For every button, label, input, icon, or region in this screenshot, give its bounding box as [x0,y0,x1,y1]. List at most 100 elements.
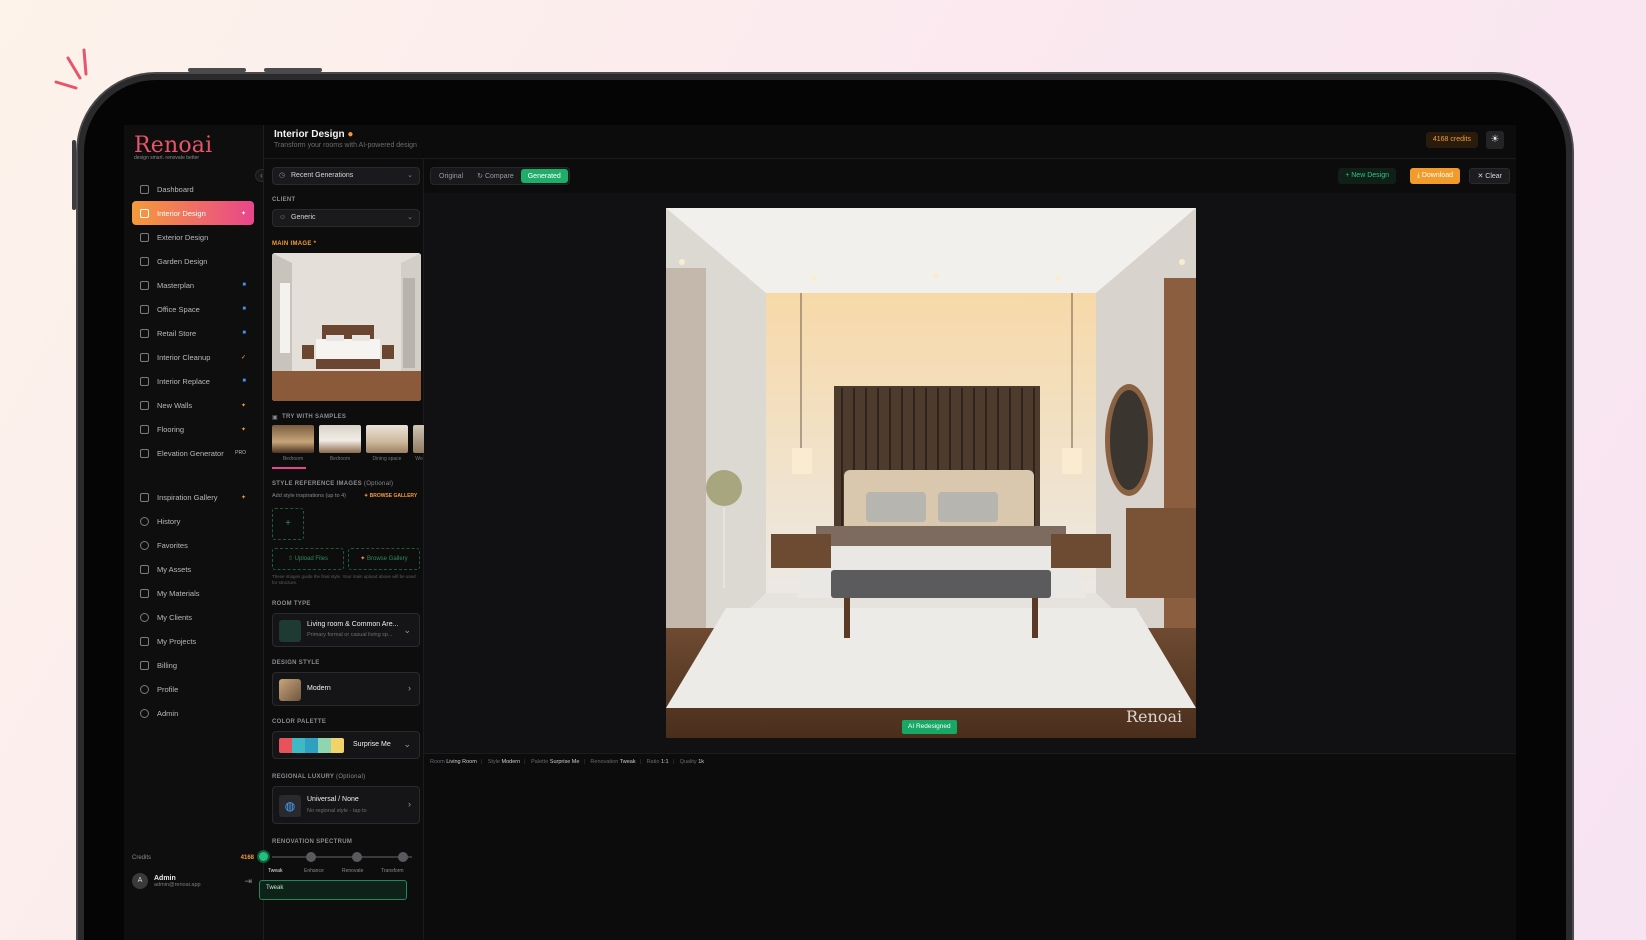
spectrum-stop-tweak[interactable] [257,850,270,863]
sample-bedroom-1[interactable]: Bedroom [272,425,314,467]
room-type-subtitle: Primary formal or casual living sp... [307,632,393,638]
sidebar-item-elevation-generator[interactable]: Elevation Generator PRO [132,441,254,465]
sample-partial[interactable]: Wo [413,425,424,467]
sidebar-item-inspiration-gallery[interactable]: Inspiration Gallery ✦ [132,485,254,509]
sidebar-item-billing[interactable]: Billing [132,653,254,677]
wall-icon [140,400,149,410]
tab-generated[interactable]: Generated [520,169,568,183]
meta-ratio-label: Ratio [646,759,660,765]
spectrum-stop-enhance[interactable] [306,852,316,862]
layers-icon [140,588,149,598]
flower-icon [140,256,149,266]
sidebar-item-history[interactable]: History [132,509,254,533]
sidebar-item-profile[interactable]: Profile [132,677,254,701]
clear-button[interactable]: ✕ Clear [1469,168,1510,184]
room-type-select[interactable]: Living room & Common Are... Primary form… [272,613,420,647]
add-style-image-button[interactable]: + [272,508,304,540]
sparkle-icon: ✦ [240,402,246,409]
room-type-label: ROOM TYPE [272,601,311,607]
client-select[interactable]: ☺ Generic ⌄ [272,209,420,227]
meta-renovation-label: Renovation [590,759,619,765]
canvas-toolbar: Original ↻ Compare Generated + New Desig… [424,159,1516,193]
logout-icon[interactable]: ⇥ [244,876,252,887]
tab-original[interactable]: Original [432,169,470,183]
spectrum-slider-track[interactable] [272,856,412,858]
swap-icon [140,376,149,386]
office-icon [140,304,149,314]
chevron-right-icon: › [408,799,411,809]
app-screen: Renoai design smart. renovate better Das… [124,125,1516,940]
sidebar-item-interior-design[interactable]: Interior Design ✦ [132,201,254,225]
theme-toggle-button[interactable]: ☀ [1486,131,1504,149]
credits-badge[interactable]: 4168 credits [1425,132,1478,148]
sidebar-item-my-projects[interactable]: My Projects [132,629,254,653]
refresh-icon: ↻ [477,173,485,180]
sidebar-item-admin[interactable]: Admin [132,701,254,725]
sidebar-item-dashboard[interactable]: Dashboard [132,177,254,201]
credits-label: Credits [132,855,152,861]
new-design-button[interactable]: + New Design [1338,168,1396,184]
sidebar-item-favorites[interactable]: Favorites [132,533,254,557]
tablet-button [264,68,322,72]
sample-bedroom-2[interactable]: Bedroom [319,425,361,467]
regional-luxury-select[interactable]: ◍ Universal / None No regional style - t… [272,786,420,824]
sample-dining-space[interactable]: Dining space [366,425,408,467]
sidebar-item-my-assets[interactable]: My Assets [132,557,254,581]
swatch [279,738,292,753]
meta-quality-label: Quality [679,759,697,765]
clock-icon: ◷ [279,172,286,179]
bedroom-photo [272,253,421,401]
room-type-title: Living room & Common Are... [307,621,399,628]
page-header: Interior Design ● Transform your rooms w… [264,125,1516,159]
sidebar-item-masterplan[interactable]: Masterplan ■ [132,273,254,297]
user-email: admin@renoai.app [154,881,201,888]
spectrum-stop-transform[interactable] [398,852,408,862]
credits-row: Credits 4168 [132,855,254,861]
samples-row: Bedroom Bedroom Dining space Wo [272,425,424,467]
design-style-value: Modern [307,685,331,692]
check-icon: ✓ [240,354,246,361]
meta-room: Living Room [446,759,477,765]
browse-gallery-link[interactable]: ✦ BROWSE GALLERY [364,493,417,499]
palette-select[interactable]: Surprise Me ⌄ [272,731,420,759]
palette-label: COLOR PALETTE [272,719,327,725]
sidebar-item-interior-replace[interactable]: Interior Replace ■ [132,369,254,393]
sidebar-item-new-walls[interactable]: New Walls ✦ [132,393,254,417]
sidebar-item-label: Profile [157,684,179,694]
user-name: Admin [154,874,176,882]
sidebar-item-interior-cleanup[interactable]: Interior Cleanup ✓ [132,345,254,369]
chevron-down-icon: ⌄ [403,625,411,635]
main-image-preview[interactable] [272,253,421,401]
sidebar-item-label: Office Space [157,304,200,314]
user-profile[interactable]: A Admin admin@renoai.app ⇥ [132,867,254,895]
sidebar-item-office-space[interactable]: Office Space ■ [132,297,254,321]
generation-meta-bar: Room Living Room | Style Modern | Palette … [424,753,1516,771]
design-style-select[interactable]: Modern › [272,672,420,706]
new-badge-icon: ■ [242,378,246,384]
tab-compare[interactable]: ↻ Compare [470,169,521,183]
sidebar-item-flooring[interactable]: Flooring ✦ [132,417,254,441]
swatch [292,738,305,753]
meta-quality: 1k [698,759,705,765]
sidebar-item-label: My Projects [157,636,197,646]
recent-generations-select[interactable]: ◷ Recent Generations ⌄ [272,167,420,185]
sidebar-item-label: My Assets [157,564,192,574]
sidebar: Renoai design smart. renovate better Das… [124,125,264,940]
style-ref-hint: Add style inspirations (up to 4) [272,493,346,499]
sidebar-item-garden-design[interactable]: Garden Design [132,249,254,273]
generated-image[interactable]: Renoai [666,208,1196,738]
sidebar-item-my-materials[interactable]: My Materials [132,581,254,605]
sidebar-item-my-clients[interactable]: My Clients [132,605,254,629]
spectrum-stop-renovate[interactable] [352,852,362,862]
sidebar-item-exterior-design[interactable]: Exterior Design [132,225,254,249]
download-button[interactable]: ⤓ Download [1409,168,1460,184]
browse-gallery-button[interactable]: ✦ Browse Gallery [348,548,420,570]
clock-icon [140,516,149,526]
map-icon [140,280,149,290]
spectrum-label-tweak: Tweak [268,868,283,874]
pro-badge: PRO [235,450,246,456]
floor-icon [140,424,149,434]
sidebar-item-retail-store[interactable]: Retail Store ■ [132,321,254,345]
upload-files-button[interactable]: ⇧ Upload Files [272,548,344,570]
upload-icon: ⇧ [287,556,295,562]
